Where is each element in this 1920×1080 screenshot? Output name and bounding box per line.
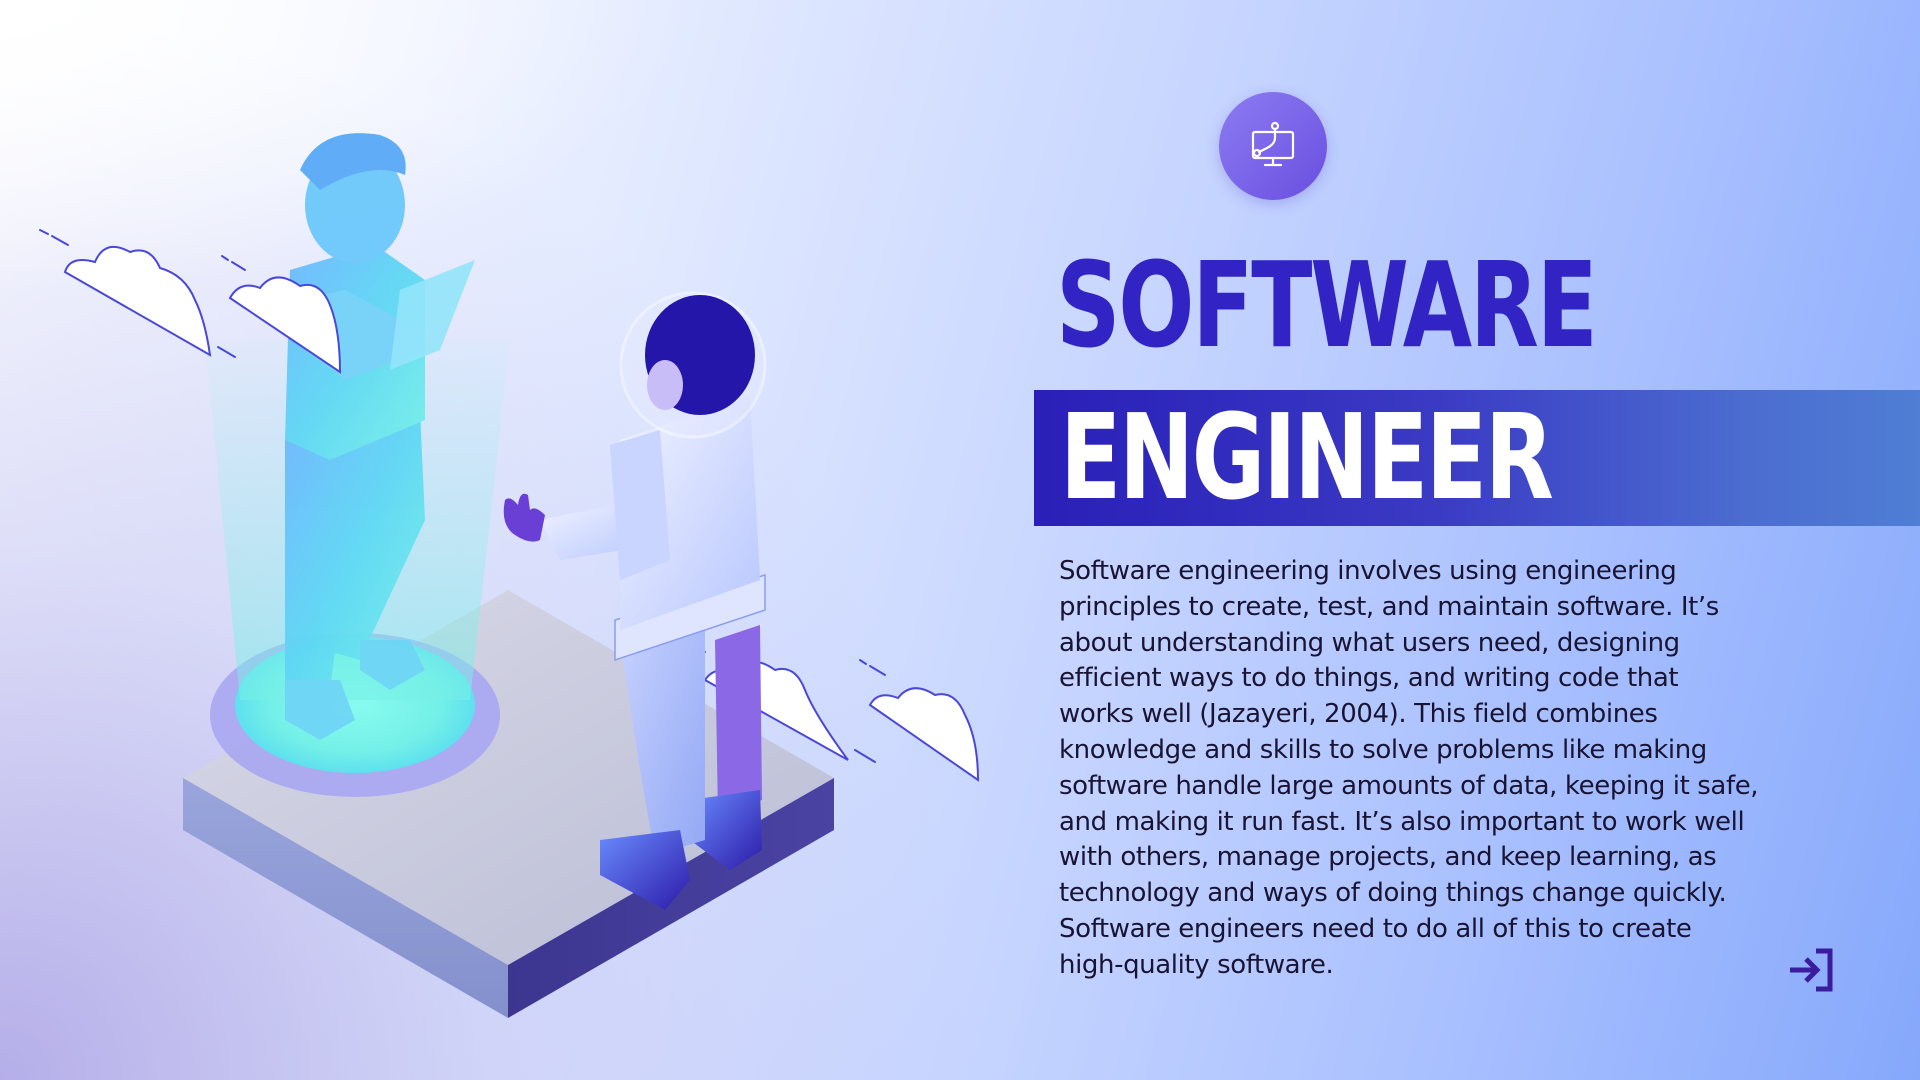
isometric-illustration <box>39 133 980 1018</box>
description-text: Software engineering involves using engi… <box>1059 556 1759 980</box>
title-line-engineer: ENGINEER <box>1060 388 1554 526</box>
arrow-into-bracket-icon <box>1790 948 1833 992</box>
software-design-icon <box>1219 92 1327 200</box>
next-slide-button[interactable] <box>1784 944 1838 996</box>
title-line-software: SOFTWARE <box>1056 236 1598 374</box>
